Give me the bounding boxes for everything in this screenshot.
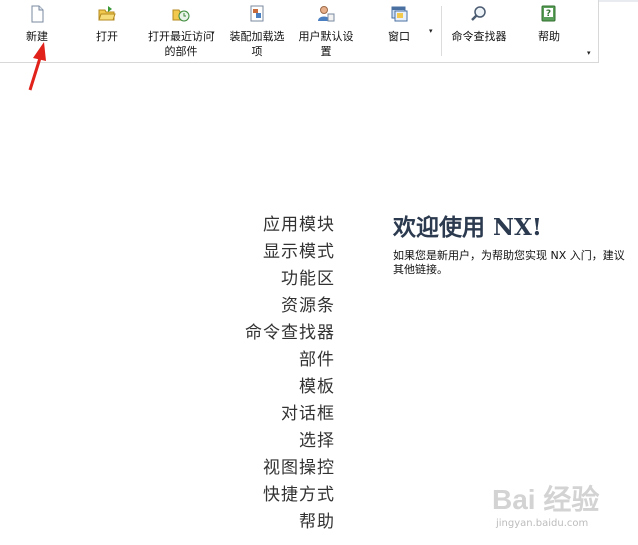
window-dropdown-icon[interactable]: ▾	[429, 27, 433, 35]
nav-item-templates[interactable]: 模板	[245, 374, 335, 401]
nav-item-command-finder[interactable]: 命令查找器	[245, 320, 335, 347]
annotation-arrow-icon	[28, 42, 46, 91]
open-folder-icon	[98, 5, 116, 23]
window-button-label: 窗口	[388, 30, 410, 43]
recent-parts-dropdown-icon[interactable]: ▾	[211, 29, 215, 37]
assembly-load-options-button[interactable]: 装配加载选 项	[226, 5, 288, 59]
user-defaults-label: 用户默认设 置	[298, 30, 354, 58]
window-icon	[390, 5, 408, 23]
nav-item-display-mode[interactable]: 显示模式	[245, 239, 335, 266]
baidu-watermark: Bai 经验 jingyan.baidu.com	[490, 474, 630, 540]
recent-parts-icon	[172, 5, 190, 23]
welcome-description: 如果您是新用户，为帮助您实现 NX 入门，建议 其他链接。	[393, 249, 638, 277]
nav-item-applications[interactable]: 应用模块	[245, 212, 335, 239]
help-topic-nav: 应用模块 显示模式 功能区 资源条 命令查找器 部件 模板 对话框 选择 视图操…	[245, 212, 335, 536]
command-finder-button[interactable]: 命令查找器	[449, 5, 509, 59]
welcome-title: 欢迎使用 NX!	[393, 214, 542, 241]
help-icon: ?	[540, 5, 558, 23]
open-recent-parts-label: 打开最近访问 的部件	[148, 30, 214, 58]
nav-item-resource-bar[interactable]: 资源条	[245, 293, 335, 320]
assembly-load-options-icon	[248, 5, 266, 23]
help-button-label: 帮助	[538, 30, 560, 43]
window-button[interactable]: 窗口	[382, 5, 416, 59]
nav-item-selection[interactable]: 选择	[245, 428, 335, 455]
nav-item-parts[interactable]: 部件	[245, 347, 335, 374]
welcome-line-2: 其他链接。	[393, 263, 448, 276]
ribbon-toolbar: 新建 打开 打开最近访问 的部件 ▾ 装配加载选 项 用户默认设 置 窗口 ▾	[0, 0, 599, 63]
nav-item-help[interactable]: 帮助	[245, 509, 335, 536]
open-button-label: 打开	[96, 30, 118, 43]
help-button[interactable]: ? 帮助	[534, 5, 564, 59]
user-defaults-icon	[317, 5, 335, 23]
assembly-load-options-label: 装配加载选 项	[229, 30, 285, 58]
svg-text:?: ?	[546, 9, 551, 19]
welcome-line-1: 如果您是新用户，为帮助您实现 NX 入门，建议	[393, 249, 625, 262]
nav-item-ribbon[interactable]: 功能区	[245, 266, 335, 293]
toolbar-separator	[441, 6, 442, 56]
search-icon	[470, 5, 488, 23]
watermark-text: Bai 经验	[492, 484, 600, 515]
nav-item-dialogs[interactable]: 对话框	[245, 401, 335, 428]
open-recent-parts-button[interactable]: 打开最近访问 的部件	[146, 5, 216, 59]
watermark-url: jingyan.baidu.com	[496, 518, 589, 529]
command-finder-label: 命令查找器	[451, 30, 507, 43]
nav-item-shortcuts[interactable]: 快捷方式	[245, 482, 335, 509]
nav-item-view-manipulation[interactable]: 视图操控	[245, 455, 335, 482]
user-defaults-button[interactable]: 用户默认设 置	[296, 5, 356, 59]
ribbon-overflow-icon[interactable]: ▾	[587, 49, 591, 57]
open-button[interactable]: 打开	[88, 5, 126, 59]
